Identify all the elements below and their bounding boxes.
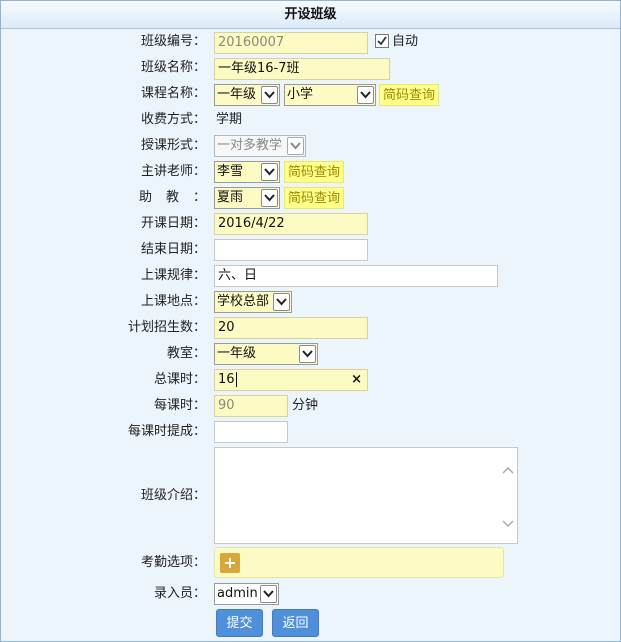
teacher-lookup-button[interactable]: 简码查询 bbox=[284, 161, 345, 183]
auto-checkbox[interactable] bbox=[375, 34, 389, 48]
schedule-label: 上课规律： bbox=[140, 268, 206, 283]
course-label: 课程名称： bbox=[140, 86, 206, 101]
enroll-input[interactable]: 20 bbox=[214, 317, 368, 339]
enroll-label: 计划招生数： bbox=[127, 320, 206, 335]
start-date-label: 开课日期： bbox=[140, 216, 206, 231]
teach-form-select[interactable]: 一对多教学 bbox=[214, 135, 306, 157]
end-date-label: 结束日期： bbox=[140, 242, 206, 257]
course-grade-select[interactable]: 一年级 bbox=[214, 84, 280, 106]
fee-mode-label: 收费方式： bbox=[140, 112, 206, 127]
chevron-down-icon bbox=[299, 345, 316, 363]
course-grade-value: 一年级 bbox=[217, 87, 257, 102]
teacher-select[interactable]: 李雪 bbox=[214, 161, 280, 183]
end-date-input[interactable] bbox=[214, 239, 368, 261]
course-subject-select[interactable]: 小学 bbox=[284, 84, 376, 106]
commission-input[interactable] bbox=[214, 421, 288, 443]
form-window: 开设班级 班级编号： 20160007 自动 班级名称： 一年级16-7班 课程… bbox=[0, 0, 621, 642]
total-hours-value: 16 bbox=[218, 372, 235, 387]
classroom-value: 一年级 bbox=[217, 346, 257, 361]
back-button[interactable]: 返回 bbox=[272, 609, 319, 637]
location-value: 学校总部 bbox=[217, 294, 270, 309]
chevron-down-icon bbox=[261, 163, 278, 181]
teacher-value: 李雪 bbox=[217, 164, 244, 179]
classroom-label: 教室： bbox=[166, 346, 206, 361]
attendance-label: 考勤选项： bbox=[140, 555, 206, 570]
chevron-down-icon bbox=[260, 585, 277, 603]
total-hours-input[interactable]: 16 × bbox=[214, 369, 368, 391]
scroll-up-icon[interactable] bbox=[502, 466, 514, 474]
chevron-down-icon bbox=[261, 189, 278, 207]
course-subject-value: 小学 bbox=[287, 87, 314, 102]
window-title: 开设班级 bbox=[1, 1, 620, 29]
per-hour-input[interactable]: 90 bbox=[214, 395, 288, 417]
assistant-label-text: 助教 bbox=[138, 190, 193, 205]
chevron-down-icon bbox=[273, 293, 290, 311]
add-attendance-button[interactable]: + bbox=[220, 553, 240, 573]
entered-by-select[interactable]: admin bbox=[214, 583, 279, 605]
entered-by-value: admin bbox=[217, 586, 258, 601]
total-hours-label: 总课时： bbox=[153, 372, 206, 387]
assistant-label: 助教： bbox=[1, 188, 206, 208]
attendance-panel: + bbox=[214, 547, 504, 578]
fee-mode-value: 学期 bbox=[216, 112, 243, 127]
auto-label: 自动 bbox=[392, 34, 419, 49]
classroom-select[interactable]: 一年级 bbox=[214, 343, 318, 365]
assistant-label-colon: ： bbox=[192, 190, 206, 205]
location-select[interactable]: 学校总部 bbox=[214, 291, 292, 313]
teacher-label: 主讲老师： bbox=[140, 164, 206, 179]
clear-icon[interactable]: × bbox=[351, 370, 362, 390]
intro-scrollbar[interactable] bbox=[500, 448, 517, 543]
per-hour-label: 每课时： bbox=[153, 398, 206, 413]
commission-label: 每课时提成： bbox=[127, 424, 206, 439]
class-no-input[interactable]: 20160007 bbox=[214, 32, 368, 54]
intro-label: 班级介绍： bbox=[140, 488, 206, 503]
check-icon bbox=[377, 36, 387, 46]
chevron-down-icon bbox=[357, 86, 374, 104]
assistant-select[interactable]: 夏雨 bbox=[214, 187, 280, 209]
schedule-input[interactable]: 六、日 bbox=[214, 265, 498, 287]
location-label: 上课地点： bbox=[140, 294, 206, 309]
class-no-label: 班级编号： bbox=[140, 34, 206, 49]
per-hour-unit: 分钟 bbox=[292, 398, 319, 413]
scroll-down-icon[interactable] bbox=[502, 520, 514, 528]
class-name-label: 班级名称： bbox=[140, 60, 206, 75]
start-date-input[interactable]: 2016/4/22 bbox=[214, 213, 368, 235]
class-name-input[interactable]: 一年级16-7班 bbox=[214, 58, 390, 80]
entered-by-label: 录入员： bbox=[153, 586, 206, 601]
assistant-lookup-button[interactable]: 简码查询 bbox=[284, 187, 345, 209]
intro-textarea[interactable] bbox=[214, 447, 518, 544]
teach-form-value: 一对多教学 bbox=[217, 138, 283, 153]
submit-button[interactable]: 提交 bbox=[216, 609, 263, 637]
assistant-value: 夏雨 bbox=[217, 190, 244, 205]
chevron-down-icon bbox=[287, 137, 304, 155]
chevron-down-icon bbox=[261, 86, 278, 104]
course-lookup-button[interactable]: 简码查询 bbox=[379, 84, 440, 106]
teach-form-label: 授课形式： bbox=[140, 138, 206, 153]
